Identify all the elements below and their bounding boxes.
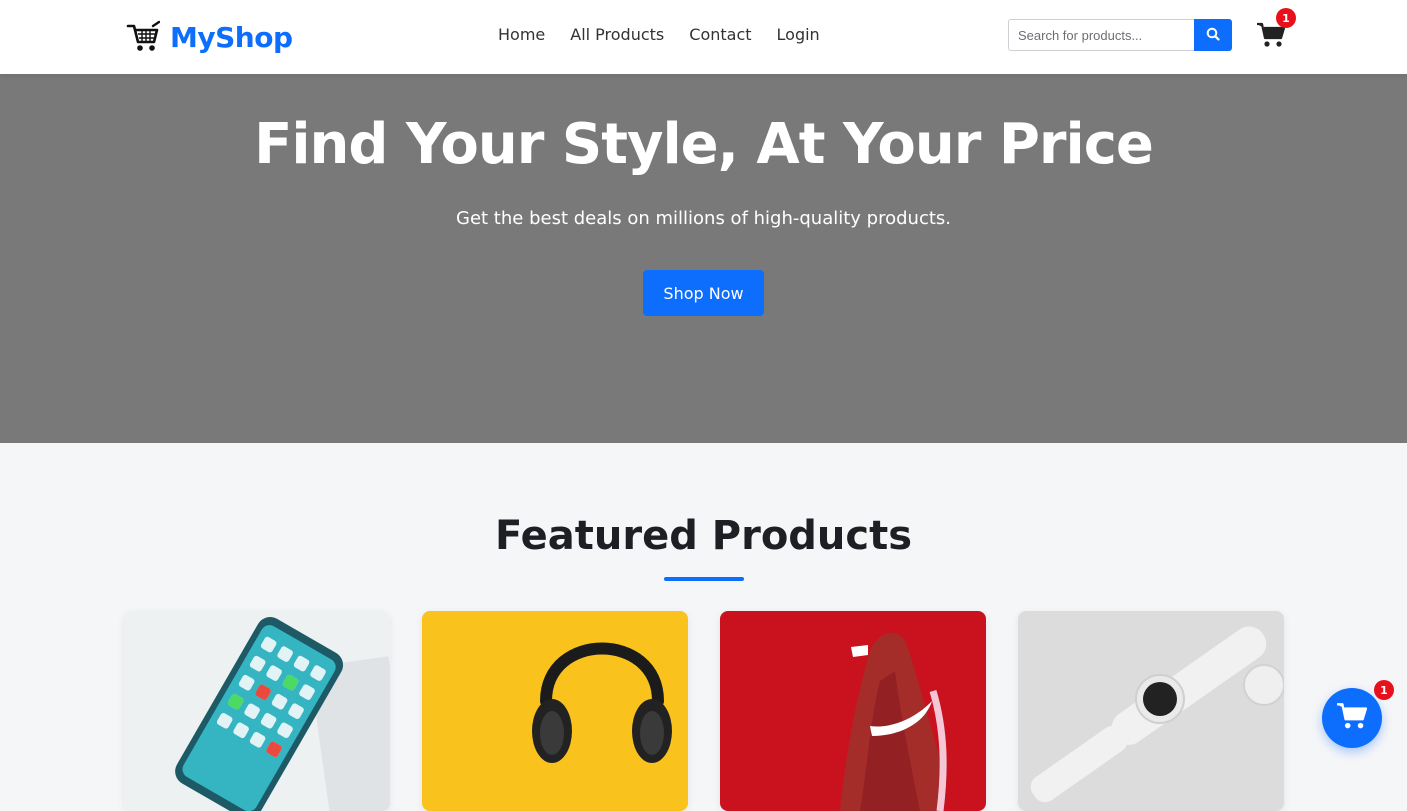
shop-now-button[interactable]: Shop Now [643, 270, 764, 316]
product-card-smartphone[interactable] [124, 611, 390, 811]
brand-logo[interactable]: MyShop [126, 17, 293, 57]
floating-cart-button[interactable] [1322, 688, 1382, 748]
hero-title: Find Your Style, At Your Price [254, 112, 1154, 177]
heading-underline [664, 577, 744, 581]
search-input[interactable] [1008, 19, 1194, 51]
product-card-sneaker[interactable] [720, 611, 986, 811]
headphones-photo [422, 611, 688, 811]
featured-products-heading: Featured Products [494, 513, 913, 559]
brand-name: MyShop [170, 20, 293, 54]
sneaker-photo [720, 611, 986, 811]
hero-subtitle: Get the best deals on millions of high-q… [456, 208, 951, 229]
navbar: MyShop Home All Products Contact Login S… [0, 0, 1407, 74]
nav-home[interactable]: Home [498, 22, 545, 48]
hero-banner: Find Your Style, At Your Price Get the b… [0, 74, 1407, 443]
cart-count-badge: 1 [1276, 8, 1296, 28]
smartphone-photo [124, 611, 390, 811]
product-card-smartwatch[interactable] [1018, 611, 1284, 811]
search-icon [1206, 27, 1220, 44]
cart-icon [1336, 700, 1368, 737]
search-button[interactable] [1194, 19, 1232, 51]
shopping-cart-icon [126, 20, 160, 54]
smartwatch-photo [1018, 611, 1284, 811]
floating-cart-count-badge: 1 [1374, 680, 1394, 700]
nav-contact[interactable]: Contact [689, 22, 751, 48]
search-bar [1008, 19, 1232, 51]
cart-icon [1256, 22, 1286, 54]
nav-login[interactable]: Login [777, 22, 820, 48]
nav-all-products[interactable]: All Products [570, 22, 664, 48]
product-card-headphones[interactable] [422, 611, 688, 811]
main-nav: Home All Products Contact Login [498, 22, 820, 48]
